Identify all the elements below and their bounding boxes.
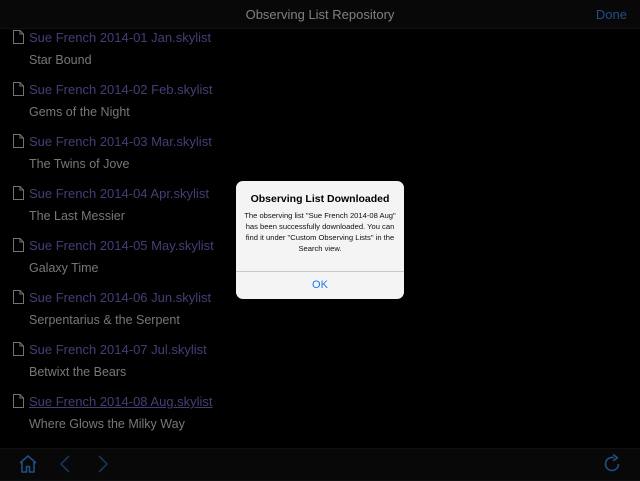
- alert-title: Observing List Downloaded: [250, 193, 390, 205]
- download-alert-dialog: Observing List Downloaded The observing …: [236, 181, 404, 299]
- alert-message: The observing list "Sue French 2014-08 A…: [244, 211, 396, 253]
- ok-button[interactable]: OK: [236, 272, 404, 299]
